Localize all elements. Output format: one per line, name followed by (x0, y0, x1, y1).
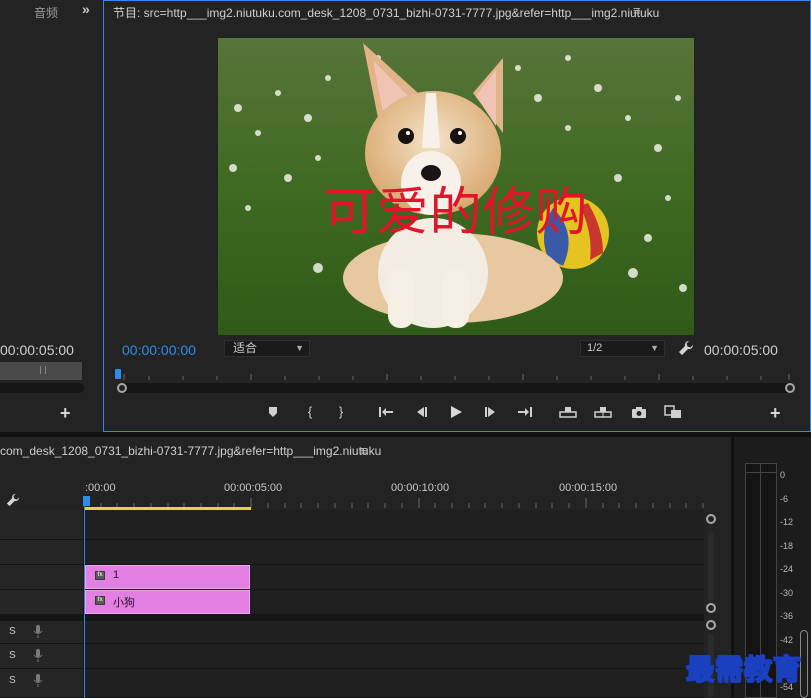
fx-badge-icon: fx (95, 596, 105, 605)
timeline-time-ruler[interactable]: :00:00 00:00:05:00 00:00:10:00 00:00:15:… (84, 478, 714, 510)
transport-controls: { } (262, 403, 692, 421)
microphone-icon[interactable] (33, 625, 43, 638)
db-scale-label: -6 (780, 494, 789, 504)
chevron-down-icon: ▼ (295, 343, 304, 353)
track-header[interactable] (0, 565, 84, 589)
panel-menu-icon[interactable]: ≡ (360, 443, 368, 458)
program-zoom-scrollbar[interactable] (117, 383, 795, 393)
watermark-logo: 最需教育 (685, 653, 803, 686)
program-time-ruler[interactable] (114, 364, 796, 384)
track-header[interactable] (0, 510, 84, 539)
timeline-playhead-line[interactable] (84, 506, 85, 698)
playhead-timecode[interactable]: 00:00:00:00 (122, 342, 196, 358)
chevron-down-icon: ▼ (650, 343, 659, 353)
db-scale-label: -36 (780, 611, 794, 621)
step-forward-icon[interactable] (480, 403, 502, 421)
timeline-clip[interactable]: fx 小狗 (85, 590, 250, 614)
source-timeline-scrollbar[interactable] (0, 383, 84, 393)
solo-toggle[interactable]: S (9, 675, 16, 686)
program-playhead[interactable] (115, 369, 121, 379)
video-track-v3[interactable] (0, 510, 704, 540)
scrollbar-right-handle[interactable] (785, 383, 795, 393)
extract-icon[interactable] (592, 403, 614, 421)
track-header[interactable]: S (0, 669, 84, 697)
db-scale-label: -30 (780, 588, 794, 598)
db-scale-label: -42 (780, 635, 794, 645)
wrench-icon[interactable] (6, 493, 20, 507)
solo-toggle[interactable]: S (9, 650, 16, 661)
audio-tab[interactable]: 音频 (34, 4, 58, 21)
scrollbar-left-handle[interactable] (117, 383, 127, 393)
track-header[interactable]: S (0, 644, 84, 668)
scrollbar-grip-icon[interactable] (40, 366, 46, 374)
audio-meter-peak-indicator[interactable] (745, 463, 777, 473)
compare-view-icon[interactable] (662, 403, 684, 421)
clip-label: 1 (113, 569, 120, 581)
go-to-in-icon[interactable] (375, 403, 397, 421)
microphone-icon[interactable] (33, 674, 43, 687)
db-scale-label: -12 (780, 517, 794, 527)
program-duration-timecode: 00:00:05:00 (704, 342, 778, 358)
zoom-fit-select[interactable]: 适合 ▼ (224, 340, 310, 357)
clip-label: 小狗 (113, 597, 135, 609)
zoom-fit-value: 适合 (233, 341, 258, 355)
sequence-tab-title[interactable]: com_desk_1208_0731_bizhi-0731-7777.jpg&r… (0, 444, 381, 458)
scrollbar-bottom-handle[interactable] (706, 603, 716, 613)
db-scale-label: -24 (780, 564, 794, 574)
source-duration-timecode: 00:00:05:00 (0, 342, 74, 358)
audio-track-a1[interactable]: S (0, 621, 704, 644)
go-to-out-icon[interactable] (514, 403, 536, 421)
timeline-playhead[interactable] (83, 496, 90, 506)
playback-resolution-select[interactable]: 1/2 ▼ (580, 340, 665, 357)
audio-track-a2[interactable]: S (0, 644, 704, 669)
scrollbar-top-handle[interactable] (706, 514, 716, 524)
db-scale-label: 0 (780, 470, 786, 480)
track-header[interactable] (0, 590, 84, 614)
track-header[interactable]: S (0, 621, 84, 643)
marker-icon[interactable] (262, 403, 284, 421)
audio-track-a3[interactable]: S (0, 669, 704, 698)
fx-badge-icon: fx (95, 571, 105, 580)
playback-resolution-value: 1/2 (587, 342, 603, 354)
scrollbar-track[interactable] (708, 532, 714, 602)
step-back-icon[interactable] (410, 403, 432, 421)
video-title-caption: 可爱的修购 (323, 183, 589, 243)
timeline-clip[interactable]: fx 1 (85, 565, 250, 589)
lift-icon[interactable] (557, 403, 579, 421)
scrollbar-top-handle[interactable] (706, 620, 716, 630)
mark-out-icon[interactable]: } (330, 403, 352, 421)
expand-panels-icon[interactable]: » (82, 1, 90, 17)
program-add-button[interactable]: + (770, 403, 781, 424)
wrench-icon[interactable] (678, 340, 694, 356)
mark-in-icon[interactable]: { (299, 403, 321, 421)
track-header[interactable] (0, 540, 84, 564)
video-track-v2[interactable] (0, 540, 704, 565)
db-scale-label: -18 (780, 541, 794, 551)
export-frame-icon[interactable] (628, 403, 650, 421)
source-add-button[interactable]: + (60, 403, 71, 424)
program-monitor-title[interactable]: 节目: src=http___img2.niutuku.com_desk_120… (113, 4, 659, 21)
ruler-ticks (84, 498, 704, 508)
solo-toggle[interactable]: S (9, 626, 16, 637)
panel-menu-icon[interactable]: ≡ (633, 3, 641, 18)
play-icon[interactable] (445, 403, 467, 421)
microphone-icon[interactable] (33, 649, 43, 662)
